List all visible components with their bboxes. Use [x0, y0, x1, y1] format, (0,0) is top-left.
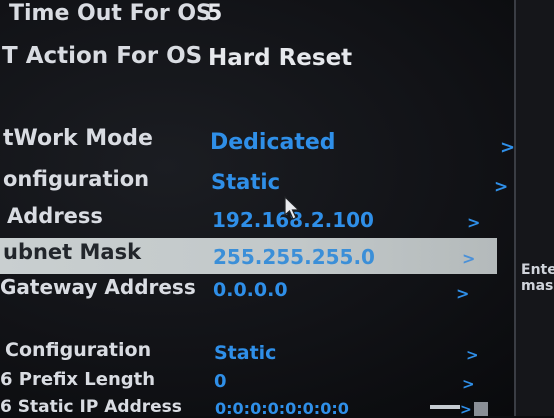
mouse-pointer-icon	[284, 196, 300, 220]
help-line-1: Ente	[521, 262, 554, 278]
setting-value: 0	[214, 371, 227, 392]
setting-value: 0:0:0:0:0:0:0:0	[215, 399, 349, 418]
chevron-right-icon[interactable]: >	[462, 249, 475, 268]
help-panel	[516, 0, 554, 416]
setting-value: Static	[214, 342, 277, 364]
chevron-right-icon[interactable]: >	[466, 346, 479, 364]
setting-value: 255.255.255.0	[213, 245, 375, 269]
setting-label: Address	[7, 204, 103, 228]
setting-label: 6 Prefix Length	[0, 369, 156, 390]
setting-label: Gateway Address	[0, 275, 196, 299]
setting-value: Static	[211, 170, 281, 194]
setting-label: Time Out For OS	[9, 1, 212, 26]
setting-label: Configuration	[5, 339, 152, 361]
bios-screen: Time Out For OS 5 > T Action For OS Hard…	[0, 0, 554, 418]
setting-label: tWork Mode	[3, 126, 153, 151]
setting-label: ubnet Mask	[3, 240, 142, 264]
setting-label: 6 Static IP Address	[0, 397, 182, 417]
horizontal-scrollbar[interactable]	[430, 405, 460, 409]
setting-value: 5	[207, 1, 223, 26]
setting-value: Hard Reset	[208, 45, 353, 71]
chevron-right-icon[interactable]: >	[456, 284, 469, 303]
setting-value: 0.0.0.0	[213, 279, 288, 301]
help-text: Ente mas	[521, 262, 554, 294]
help-line-2: mas	[521, 278, 554, 294]
scroll-thumb[interactable]	[474, 402, 488, 416]
chevron-right-icon[interactable]: >	[500, 137, 515, 158]
chevron-right-icon[interactable]: >	[494, 177, 508, 197]
chevron-right-icon[interactable]: >	[462, 375, 475, 393]
setting-label: onfiguration	[3, 167, 150, 191]
setting-value: Dedicated	[210, 130, 336, 155]
setting-label: T Action For OS	[2, 43, 203, 69]
chevron-right-icon[interactable]: >	[467, 213, 480, 232]
